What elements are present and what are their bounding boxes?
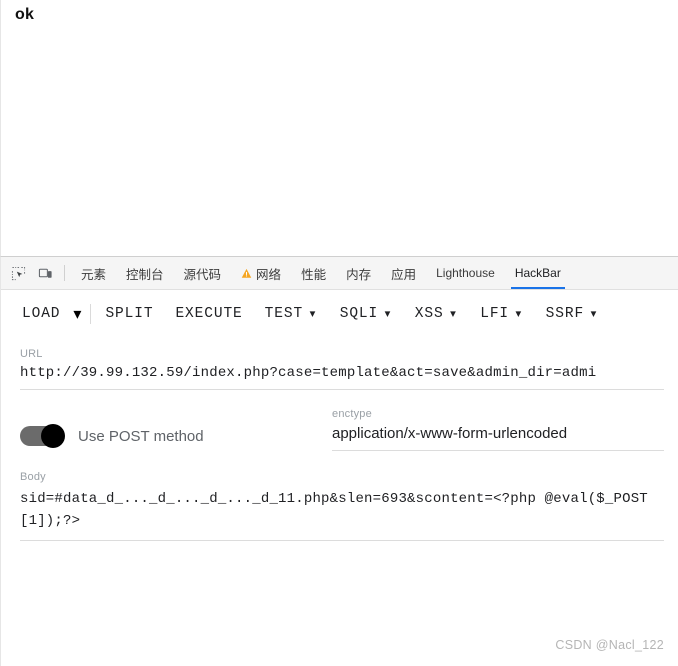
tab-network[interactable]: 网络 — [231, 257, 291, 289]
page-viewport: ok — [0, 0, 678, 256]
body-input[interactable]: sid=#data_d_..._d_..._d_..._d_11.php&sle… — [20, 488, 664, 532]
hackbar-form: URL http://39.99.132.59/index.php?case=t… — [1, 338, 678, 541]
sqli-button[interactable]: SQLI ▾ — [333, 300, 400, 329]
chevron-down-icon: ▾ — [383, 306, 393, 323]
use-post-method-label: Use POST method — [78, 427, 204, 445]
load-button[interactable]: LOAD — [15, 300, 67, 328]
url-field-group: URL http://39.99.132.59/index.php?case=t… — [20, 348, 664, 390]
tab-label: 性能 — [301, 267, 327, 282]
load-dropdown-caret-icon[interactable]: ▾ — [67, 298, 87, 330]
tab-label: Lighthouse — [436, 266, 495, 280]
warning-triangle-icon — [241, 268, 252, 279]
lfi-button-label: LFI — [480, 306, 510, 322]
tab-label: 控制台 — [126, 267, 164, 282]
toolbar-divider — [64, 265, 65, 281]
sqli-button-label: SQLI — [339, 306, 379, 322]
tab-label: 应用 — [391, 267, 417, 282]
enctype-field-underline — [332, 450, 664, 451]
tab-elements[interactable]: 元素 — [71, 257, 116, 289]
toolbar-separator — [90, 304, 92, 324]
url-input[interactable]: http://39.99.132.59/index.php?case=templ… — [20, 365, 664, 381]
xss-button[interactable]: XSS ▾ — [408, 300, 465, 329]
xss-button-label: XSS — [414, 306, 444, 322]
inspect-element-icon[interactable] — [5, 257, 32, 289]
body-field-underline — [20, 540, 664, 541]
tab-lighthouse[interactable]: Lighthouse — [426, 257, 505, 289]
devtools-panel: 元素 控制台 源代码 网络 性能 内存 应用 Lighthouse HackBa… — [0, 256, 678, 666]
tab-label: 源代码 — [183, 267, 222, 282]
body-field-group: Body sid=#data_d_..._d_..._d_..._d_11.ph… — [20, 471, 664, 541]
tab-console[interactable]: 控制台 — [116, 257, 174, 289]
hackbar-toolbar: LOAD ▾ SPLIT EXECUTE TEST ▾ SQLI ▾ XSS ▾… — [1, 290, 678, 338]
chevron-down-icon: ▾ — [308, 306, 318, 323]
tab-memory[interactable]: 内存 — [336, 257, 381, 289]
chevron-down-icon: ▾ — [448, 306, 459, 323]
tab-hackbar[interactable]: HackBar — [505, 257, 571, 289]
url-field-underline — [20, 389, 664, 390]
devtools-tabstrip: 元素 控制台 源代码 网络 性能 内存 应用 Lighthouse HackBa… — [1, 257, 678, 290]
enctype-field-group: enctype application/x-www-form-urlencode… — [332, 408, 664, 451]
post-toggle-group: Use POST method — [20, 408, 332, 448]
enctype-field-label: enctype — [332, 408, 372, 420]
ssrf-button-label: SSRF — [545, 306, 585, 322]
lfi-button[interactable]: LFI ▾ — [473, 300, 530, 329]
tab-label: 元素 — [81, 267, 107, 282]
test-button-label: TEST — [264, 306, 304, 322]
post-and-enctype-row: Use POST method enctype application/x-ww… — [20, 408, 664, 451]
tab-label: 内存 — [346, 267, 372, 282]
chevron-down-icon: ▾ — [514, 306, 524, 323]
device-toolbar-icon[interactable] — [32, 257, 59, 289]
split-button[interactable]: SPLIT — [98, 300, 160, 328]
execute-button[interactable]: EXECUTE — [168, 300, 249, 328]
toggle-thumb — [41, 424, 65, 448]
test-button[interactable]: TEST ▾ — [258, 300, 325, 329]
tab-application[interactable]: 应用 — [381, 257, 426, 289]
tab-sources[interactable]: 源代码 — [174, 257, 232, 289]
use-post-method-toggle[interactable] — [20, 424, 65, 448]
enctype-input[interactable]: application/x-www-form-urlencoded — [332, 425, 664, 442]
page-response-text: ok — [15, 6, 35, 23]
url-field-label: URL — [20, 348, 43, 360]
tab-performance[interactable]: 性能 — [291, 257, 336, 289]
chevron-down-icon: ▾ — [589, 306, 599, 323]
body-field-label: Body — [20, 471, 46, 483]
csdn-watermark: CSDN @Nacl_122 — [555, 638, 664, 652]
ssrf-button[interactable]: SSRF ▾ — [539, 300, 606, 329]
tab-label: HackBar — [514, 266, 561, 280]
tab-label: 网络 — [256, 267, 282, 282]
